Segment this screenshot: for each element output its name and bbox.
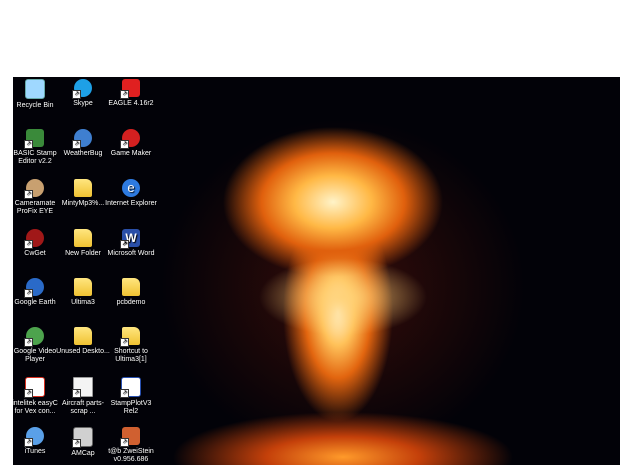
icon-label: MintyMp3%...	[61, 200, 105, 207]
game-maker-icon: ↗	[120, 129, 140, 149]
desktop-icon-cwget[interactable]: ↗ CwGet	[13, 229, 62, 258]
icon-label: CwGet	[24, 250, 46, 257]
icon-label: Shortcut to Ultima3[1]	[114, 348, 148, 363]
cwget-icon: ↗	[24, 229, 44, 249]
desktop-icon-recycle-bin[interactable]: Recycle Bin	[13, 79, 62, 110]
desktop-icon-game-maker[interactable]: ↗ Game Maker	[104, 129, 158, 158]
icon-label: iTunes	[24, 448, 46, 455]
desktop-icon-unused-desktop[interactable]: Unused Deskto...	[56, 327, 110, 356]
icon-label: Skype	[73, 100, 93, 107]
icon-label: Aircraft parts-scrap ...	[61, 400, 104, 415]
recycle-bin-icon	[25, 79, 45, 99]
icon-label: Unused Deskto...	[56, 348, 110, 355]
desktop-icon-easyc[interactable]: ↗ intelitek easyC for Vex con...	[13, 377, 62, 416]
folder-shortcut-icon: ↗	[120, 327, 140, 347]
desktop-icon-zweistein[interactable]: ↗ t@b ZweiStein v0.956.686	[104, 427, 158, 464]
desktop-wallpaper: Recycle Bin ↗ Skype ↗ EAGLE 4.16r2 ↗ BAS…	[13, 77, 620, 465]
video-player-icon: ↗	[24, 327, 44, 347]
icon-label: Google Video Player	[13, 348, 57, 363]
itunes-icon: ↗	[24, 427, 44, 447]
desktop-icon-google-video-player[interactable]: ↗ Google Video Player	[13, 327, 62, 364]
icon-label: StampPlotV3 Rel2	[110, 400, 152, 415]
desktop-icon-pcbdemo[interactable]: pcbdemo	[104, 278, 158, 307]
icon-label: Internet Explorer	[105, 200, 157, 207]
skype-icon: ↗	[72, 79, 92, 99]
camera-icon: ↗	[24, 179, 44, 199]
desktop-icon-internet-explorer[interactable]: e Internet Explorer	[104, 179, 158, 208]
weatherbug-icon: ↗	[72, 129, 92, 149]
folder-icon	[74, 327, 92, 345]
desktop-icon-shortcut-ultima3[interactable]: ↗ Shortcut to Ultima3[1]	[104, 327, 158, 364]
desktop-icon-skype[interactable]: ↗ Skype	[56, 79, 110, 108]
icon-label: Google Earth	[14, 299, 56, 306]
word-icon: W ↗	[120, 229, 140, 249]
folder-icon	[74, 278, 92, 296]
icon-label: intelitek easyC for Vex con...	[13, 400, 58, 415]
icon-label: BASIC Stamp Editor v2.2	[13, 150, 57, 165]
desktop-icon-google-earth[interactable]: ↗ Google Earth	[13, 278, 62, 307]
icon-label: New Folder	[65, 250, 101, 257]
icon-label: Game Maker	[110, 150, 152, 157]
desktop-icon-ultima3[interactable]: Ultima3	[56, 278, 110, 307]
desktop-icon-stampplot[interactable]: ↗ StampPlotV3 Rel2	[104, 377, 158, 416]
icon-label: AMCap	[71, 450, 95, 457]
folder-zip-icon	[122, 278, 140, 296]
chip-icon: ↗	[24, 129, 44, 149]
desktop-icon-eagle[interactable]: ↗ EAGLE 4.16r2	[104, 79, 158, 108]
eagle-icon: ↗	[120, 79, 140, 99]
desktop-icon-mintymp3[interactable]: MintyMp3%...	[56, 179, 110, 208]
amcap-icon: ↗	[72, 427, 93, 448]
icon-label: Ultima3	[71, 299, 95, 306]
icon-label: Recycle Bin	[16, 102, 54, 109]
zweistein-icon: ↗	[120, 427, 140, 447]
desktop-icon-weatherbug[interactable]: ↗ WeatherBug	[56, 129, 110, 158]
desktop-icon-new-folder[interactable]: New Folder	[56, 229, 110, 258]
icon-label: pcbdemo	[116, 299, 146, 306]
desktop-icon-cameramate[interactable]: ↗ Cameramate ProFix EYE	[13, 179, 62, 216]
icon-label: Microsoft Word	[107, 250, 155, 257]
icon-label: WeatherBug	[63, 150, 103, 157]
stampplot-icon: ↗	[120, 377, 141, 398]
folder-icon	[74, 229, 92, 247]
google-earth-icon: ↗	[24, 278, 44, 298]
desktop-icon-aircraft-parts[interactable]: ↗ Aircraft parts-scrap ...	[56, 377, 110, 416]
desktop-icon-itunes[interactable]: ↗ iTunes	[13, 427, 62, 456]
desktop-icon-basic-stamp[interactable]: ↗ BASIC Stamp Editor v2.2	[13, 129, 62, 166]
desktop-icon-amcap[interactable]: ↗ AMCap	[56, 427, 110, 458]
icon-label: t@b ZweiStein v0.956.686	[108, 448, 154, 463]
icon-label: Cameramate ProFix EYE	[14, 200, 56, 215]
desktop-icon-microsoft-word[interactable]: W ↗ Microsoft Word	[104, 229, 158, 258]
easyc-icon: ↗	[24, 377, 45, 398]
document-icon: ↗	[72, 377, 93, 398]
icon-label: EAGLE 4.16r2	[108, 100, 154, 107]
folder-icon	[74, 179, 92, 197]
internet-explorer-icon: e	[122, 179, 140, 197]
